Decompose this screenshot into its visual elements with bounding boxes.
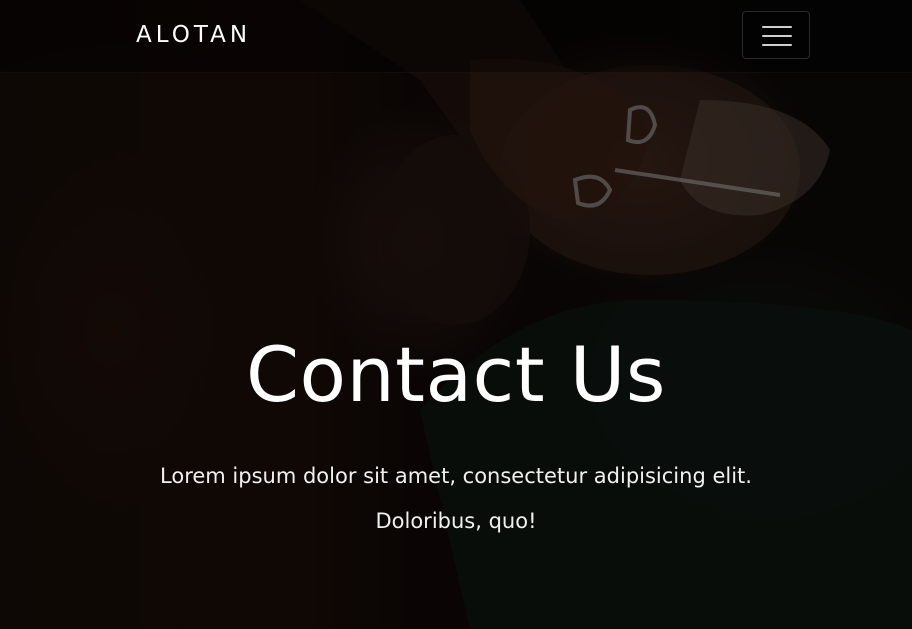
hero-section: ALOTAN Contact Us Lorem ipsum dolor sit … bbox=[0, 0, 912, 629]
menu-toggle-button[interactable] bbox=[742, 11, 810, 59]
hero-content: Contact Us Lorem ipsum dolor sit amet, c… bbox=[0, 320, 912, 544]
top-navbar: ALOTAN bbox=[0, 0, 912, 73]
page-title: Contact Us bbox=[245, 330, 667, 419]
page-lead: Lorem ipsum dolor sit amet, consectetur … bbox=[160, 464, 752, 533]
menu-bar-top bbox=[762, 26, 792, 28]
menu-bar-middle bbox=[762, 35, 792, 37]
menu-bar-bottom bbox=[762, 44, 792, 46]
brand-logo[interactable]: ALOTAN bbox=[136, 20, 251, 50]
